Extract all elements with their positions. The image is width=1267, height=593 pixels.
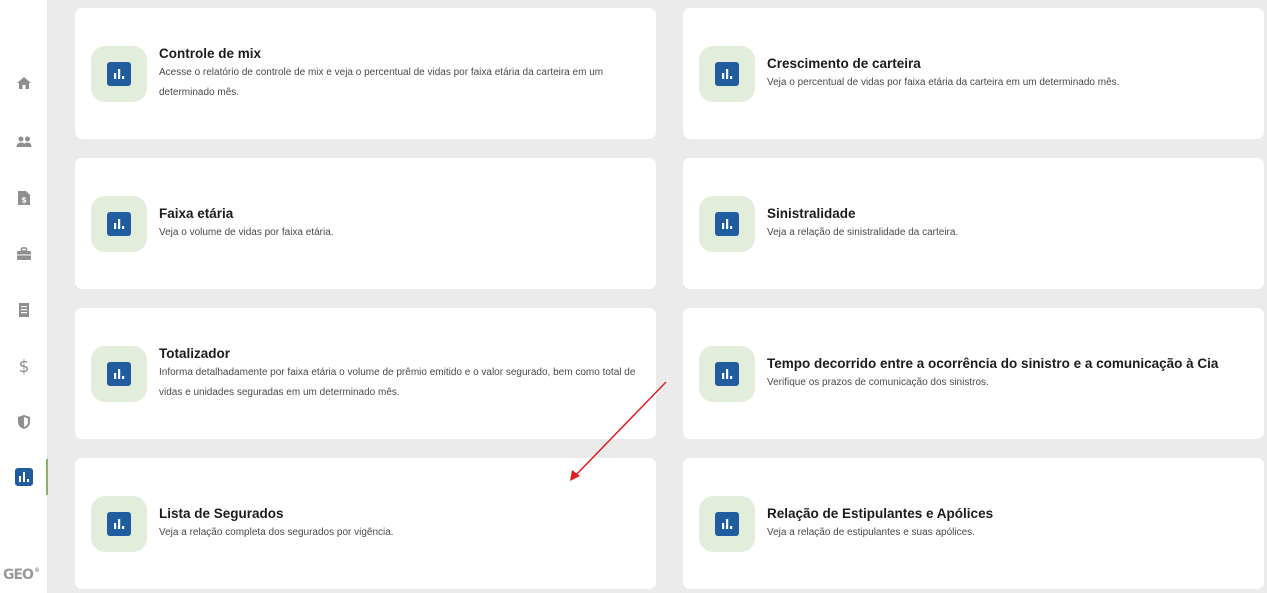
report-icon-tile [91, 345, 147, 402]
report-icon-tile [91, 45, 147, 102]
report-card-crescimento-de-carteira[interactable]: Crescimento de carteira Veja o percentua… [683, 8, 1264, 139]
briefcase-icon [17, 247, 31, 260]
bar-chart-icon [722, 518, 733, 529]
report-icon-tile [91, 495, 147, 552]
geo-logo: GEO® [3, 567, 40, 583]
nav-invoices[interactable] [0, 294, 48, 326]
document-icon: $ [18, 191, 30, 205]
report-description: Informa detalhadamente por faixa etária … [159, 366, 636, 398]
report-description: Veja o percentual de vidas por faixa etá… [767, 76, 1120, 88]
report-description: Acesse o relatório de controle de mix e … [159, 66, 604, 98]
dollar-icon: $ [19, 357, 30, 375]
report-card-faixa-etaria[interactable]: Faixa etária Veja o volume de vidas por … [75, 158, 656, 289]
report-icon-tile [699, 195, 755, 252]
report-title: Relação de Estipulantes e Apólices [767, 505, 994, 521]
report-card-controle-de-mix[interactable]: Controle de mix Acesse o relatório de co… [75, 8, 656, 139]
report-card-lista-de-segurados[interactable]: Lista de Segurados Veja a relação comple… [75, 458, 656, 589]
home-icon [17, 77, 31, 89]
nav-users[interactable] [0, 126, 48, 158]
report-card-estipulantes-apolices[interactable]: Relação de Estipulantes e Apólices Veja … [683, 458, 1264, 589]
report-description: Veja a relação completa dos segurados po… [159, 526, 394, 538]
bar-chart-icon [722, 68, 733, 79]
bar-chart-icon [114, 68, 125, 79]
report-card-tempo-decorrido[interactable]: Tempo decorrido entre a ocorrência do si… [683, 308, 1264, 439]
svg-text:$: $ [19, 357, 30, 375]
report-title: Controle de mix [159, 45, 262, 61]
chart-icon [15, 468, 33, 486]
report-description: Verifique os prazos de comunicação dos s… [767, 376, 989, 388]
receipt-icon [19, 303, 29, 317]
report-description: Veja a relação de estipulantes e suas ap… [767, 526, 975, 538]
report-card-sinistralidade[interactable]: Sinistralidade Veja a relação de sinistr… [683, 158, 1264, 289]
report-title: Crescimento de carteira [767, 55, 921, 71]
report-icon-tile [699, 45, 755, 102]
report-icon-tile [699, 495, 755, 552]
nav-documents[interactable]: $ [0, 182, 48, 214]
bar-chart-icon [722, 218, 733, 229]
report-title: Tempo decorrido entre a ocorrência do si… [767, 355, 1219, 371]
reports-grid: Controle de mix Acesse o relatório de co… [48, 0, 1267, 593]
report-description: Veja a relação de sinistralidade da cart… [767, 226, 959, 238]
bar-chart-icon [722, 368, 733, 379]
bar-chart-icon [114, 218, 125, 229]
bar-chart-icon [114, 368, 125, 379]
shield-icon [18, 415, 30, 429]
svg-text:$: $ [21, 196, 27, 205]
report-title: Totalizador [159, 345, 231, 361]
report-title: Faixa etária [159, 205, 234, 221]
report-title: Sinistralidade [767, 205, 856, 221]
nav-reports[interactable] [0, 459, 49, 495]
nav-finance[interactable]: $ [0, 350, 48, 382]
nav-home[interactable] [0, 67, 48, 99]
sidebar: $ $ GEO® [0, 0, 49, 593]
report-title: Lista de Segurados [159, 505, 284, 521]
nav-insurance[interactable] [0, 406, 48, 438]
report-icon-tile [699, 345, 755, 402]
users-icon [16, 136, 32, 147]
report-icon-tile [91, 195, 147, 252]
nav-business[interactable] [0, 238, 48, 270]
report-card-totalizador[interactable]: Totalizador Informa detalhadamente por f… [75, 308, 656, 439]
report-description: Veja o volume de vidas por faixa etária. [159, 226, 334, 238]
bar-chart-icon [114, 518, 125, 529]
